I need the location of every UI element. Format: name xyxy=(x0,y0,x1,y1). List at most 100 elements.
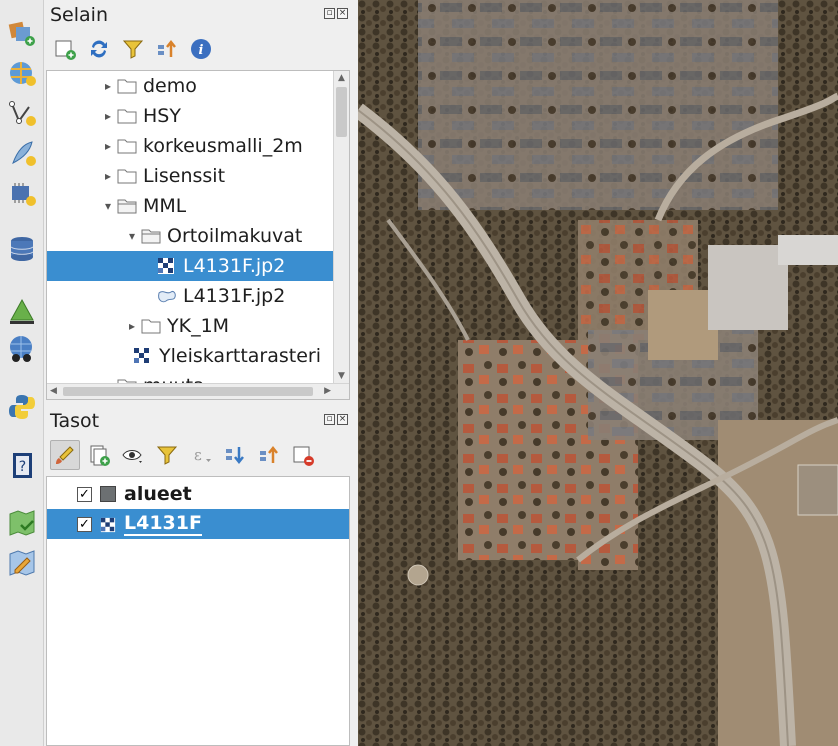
svg-text:?: ? xyxy=(19,459,26,475)
map-canvas[interactable] xyxy=(358,0,838,746)
vector-edit-icon xyxy=(9,101,36,126)
manage-visibility-button[interactable] xyxy=(118,440,148,470)
folder-icon xyxy=(117,76,139,96)
metasearch-button[interactable] xyxy=(5,332,39,366)
new-virtual-layer-button[interactable] xyxy=(5,176,39,210)
layer-item-l4131f[interactable]: ✓ L4131F xyxy=(47,509,349,539)
database-manager-button[interactable] xyxy=(5,232,39,266)
add-group-button[interactable] xyxy=(84,440,114,470)
scrollbar-thumb[interactable] xyxy=(63,387,313,396)
help-button[interactable]: ? xyxy=(5,448,39,482)
vector-layer-icon xyxy=(157,286,179,306)
tree-item-ortoilmakuvat[interactable]: ▾ Ortoilmakuvat xyxy=(47,221,334,251)
tree-item-hsy[interactable]: ▸ HSY xyxy=(47,101,334,131)
tree-item-demo[interactable]: ▸ demo xyxy=(47,71,334,101)
browser-toolbar: i xyxy=(50,34,216,66)
tree-item-lisenssit[interactable]: ▸ Lisenssit xyxy=(47,161,334,191)
layer-name: alueet xyxy=(124,483,192,505)
float-panel-button[interactable]: ▫ xyxy=(324,8,335,19)
collapse-arrow-icon[interactable]: ▾ xyxy=(123,229,141,243)
tree-item-label: L4131F.jp2 xyxy=(183,255,286,277)
browser-tree[interactable]: ▸ demo ▸ HSY ▸ korkeusmalli_2m ▸ Lisenss… xyxy=(46,70,350,400)
layer-visibility-checkbox[interactable]: ✓ xyxy=(77,516,92,532)
tree-vertical-scrollbar[interactable]: ▲ ▼ xyxy=(333,71,349,383)
folder-open-icon xyxy=(117,196,139,216)
paintbrush-icon xyxy=(56,446,74,464)
tree-item-label: demo xyxy=(143,75,197,97)
float-panel-button[interactable]: ▫ xyxy=(324,414,335,425)
globe-binoculars-icon xyxy=(10,336,32,362)
feather-icon xyxy=(12,141,36,166)
chip-icon xyxy=(12,183,36,206)
map-tools-button[interactable] xyxy=(5,546,39,580)
layers-toolbar: ε xyxy=(50,440,318,472)
python-console-button[interactable] xyxy=(5,390,39,424)
expand-all-icon xyxy=(226,447,244,465)
filter-icon xyxy=(156,446,178,465)
layer-styling-button[interactable] xyxy=(50,440,80,470)
triangle-icon xyxy=(10,298,34,324)
tree-item-vector-l4131f[interactable]: L4131F.jp2 xyxy=(47,281,334,311)
filter-by-expression-button[interactable]: ε xyxy=(186,440,216,470)
refresh-icon xyxy=(91,40,107,58)
expand-arrow-icon[interactable]: ▸ xyxy=(123,319,141,333)
map-check-icon xyxy=(9,510,35,536)
tree-item-korkeusmalli[interactable]: ▸ korkeusmalli_2m xyxy=(47,131,334,161)
expression-icon: ε xyxy=(194,446,211,464)
layer-name: L4131F xyxy=(124,512,202,536)
tree-item-label: MML xyxy=(143,195,187,217)
add-layer-button[interactable] xyxy=(50,34,80,64)
filter-button[interactable] xyxy=(118,34,148,64)
expand-all-button[interactable] xyxy=(220,440,250,470)
close-panel-button[interactable]: × xyxy=(337,414,348,425)
scroll-right-arrow-icon[interactable]: ▶ xyxy=(324,386,331,396)
collapse-arrow-icon[interactable]: ▾ xyxy=(99,199,117,213)
scroll-up-arrow-icon[interactable]: ▲ xyxy=(338,73,345,83)
expand-arrow-icon[interactable]: ▸ xyxy=(99,139,117,153)
tree-item-yleiskarttarasteri[interactable]: Yleiskarttarasteri xyxy=(47,341,334,371)
processing-toolbox-button[interactable] xyxy=(5,294,39,328)
tree-item-label: Ortoilmakuvat xyxy=(167,225,303,247)
svg-text:ε: ε xyxy=(194,446,202,464)
remove-layer-button[interactable] xyxy=(288,440,318,470)
collapse-all-button[interactable] xyxy=(254,440,284,470)
aerial-orthophoto xyxy=(358,0,838,746)
remove-layer-icon xyxy=(293,446,314,466)
layer-item-alueet[interactable]: ✓ alueet xyxy=(47,479,349,509)
new-scratch-layer-button[interactable] xyxy=(5,136,39,170)
expand-arrow-icon[interactable]: ▸ xyxy=(99,109,117,123)
eye-icon xyxy=(122,450,142,463)
data-source-manager-icon xyxy=(8,21,35,46)
svg-text:i: i xyxy=(199,43,204,58)
folder-open-icon xyxy=(141,226,163,246)
scroll-left-arrow-icon[interactable]: ◀ xyxy=(50,386,57,396)
filter-icon xyxy=(122,40,144,59)
tree-item-label: YK_1M xyxy=(167,315,230,337)
close-panel-button[interactable]: × xyxy=(337,8,348,19)
data-source-manager-button[interactable] xyxy=(5,16,39,50)
tree-item-label: Yleiskarttarasteri xyxy=(159,345,322,367)
expand-arrow-icon[interactable]: ▸ xyxy=(99,169,117,183)
tree-item-mml[interactable]: ▾ MML xyxy=(47,191,334,221)
globe-grid-icon xyxy=(10,62,36,86)
add-layer-icon xyxy=(55,40,76,60)
filter-legend-button[interactable] xyxy=(152,440,182,470)
layer-visibility-checkbox[interactable]: ✓ xyxy=(77,486,92,502)
expand-arrow-icon[interactable]: ▸ xyxy=(99,79,117,93)
layer-list[interactable]: ✓ alueet ✓ L4131F xyxy=(46,476,350,746)
database-icon xyxy=(10,237,34,261)
scrollbar-thumb[interactable] xyxy=(336,87,347,137)
georeferencer-button[interactable] xyxy=(5,506,39,540)
tree-horizontal-scrollbar[interactable]: ◀ ▶ xyxy=(47,383,349,399)
add-wms-layer-button[interactable] xyxy=(5,56,39,90)
collapse-all-button[interactable] xyxy=(152,34,182,64)
python-icon xyxy=(9,395,35,419)
tree-item-yk-1m[interactable]: ▸ YK_1M xyxy=(47,311,334,341)
folder-icon xyxy=(141,316,163,336)
properties-button[interactable]: i xyxy=(186,34,216,64)
new-shapefile-layer-button[interactable] xyxy=(5,96,39,130)
tree-item-raster-l4131f[interactable]: L4131F.jp2 xyxy=(47,251,334,281)
add-group-icon xyxy=(90,445,110,466)
refresh-button[interactable] xyxy=(84,34,114,64)
scroll-down-arrow-icon[interactable]: ▼ xyxy=(338,371,345,381)
